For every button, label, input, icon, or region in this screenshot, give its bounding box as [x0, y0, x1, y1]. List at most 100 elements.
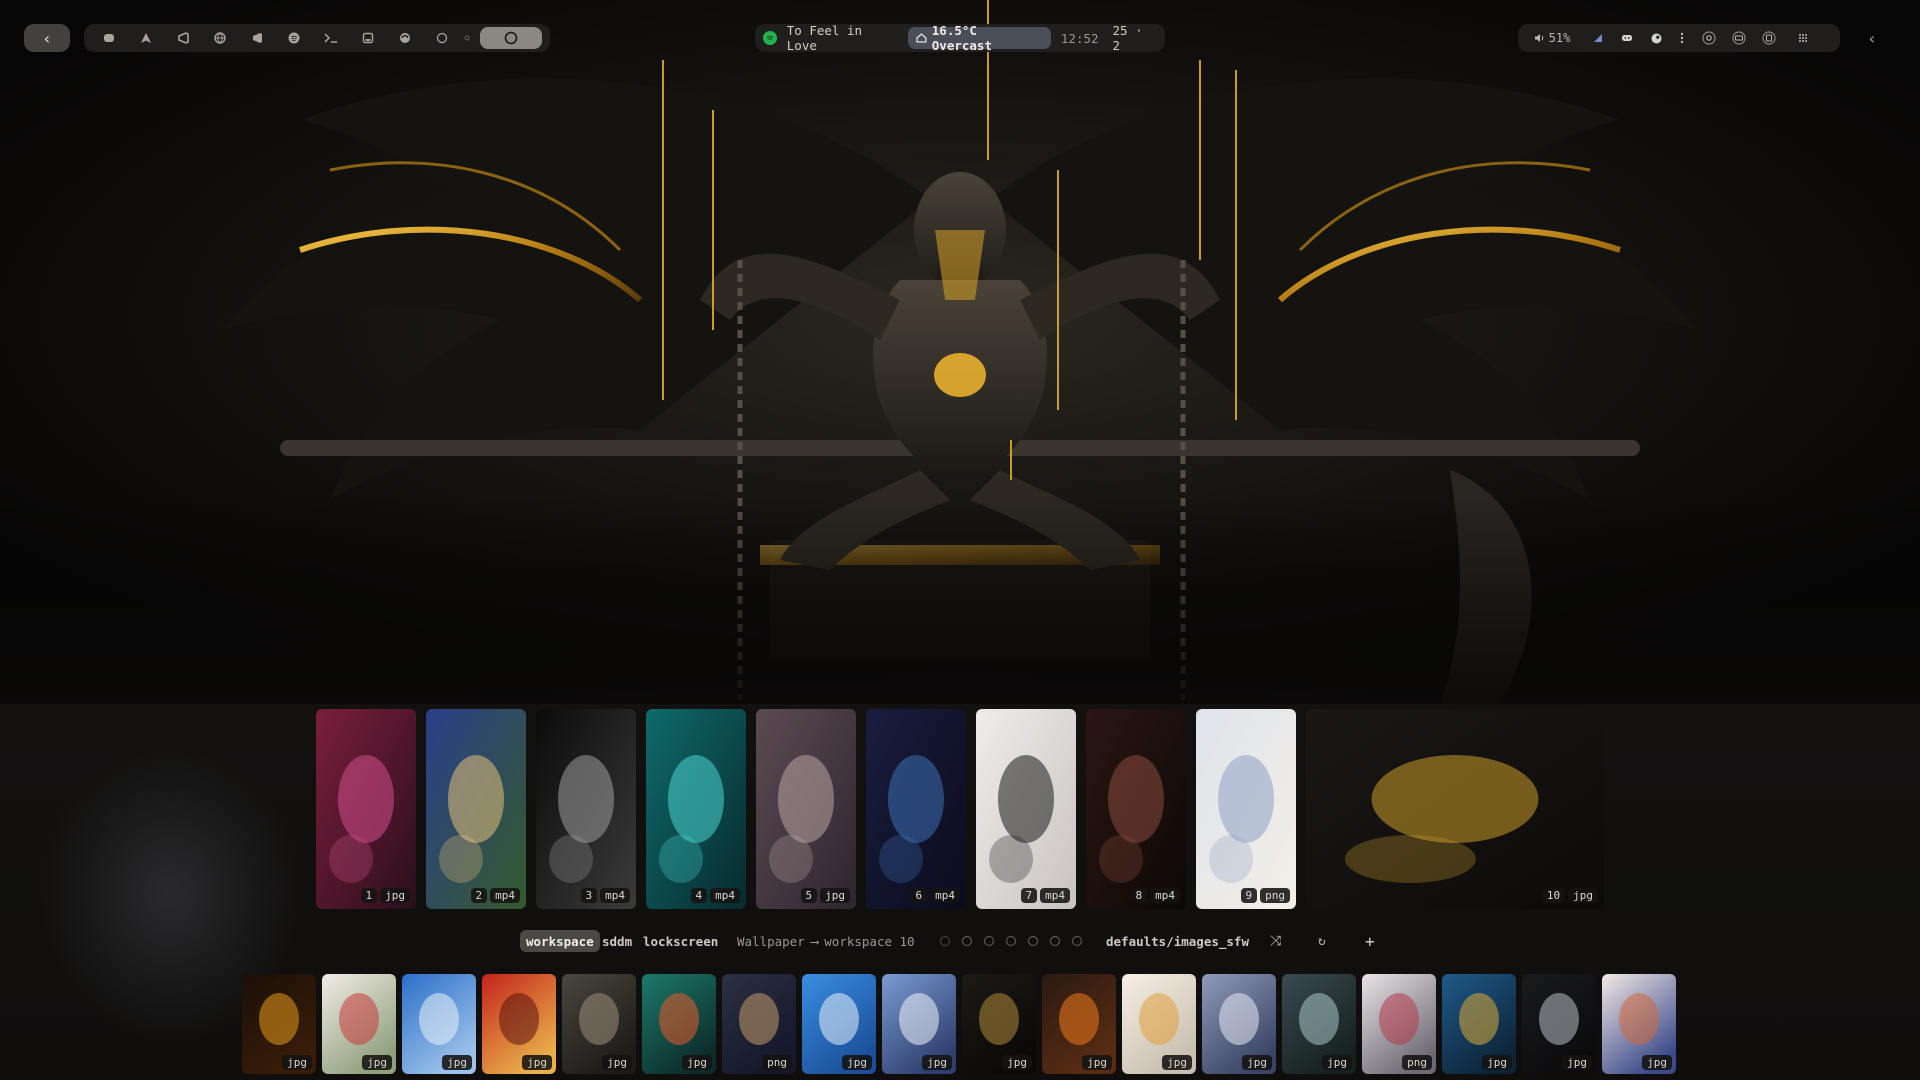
- arch-icon[interactable]: [127, 24, 164, 52]
- workspace-dots: [940, 930, 1082, 952]
- tab-lockscreen[interactable]: lockscreen: [643, 930, 718, 952]
- system-tray: 51%: [1518, 24, 1840, 52]
- media-weather-widget[interactable]: To Feel in Love 16.5°C Overcast 12:52 25…: [755, 23, 1165, 53]
- wallpaper-index: 1: [360, 888, 378, 903]
- vscode-icon[interactable]: [164, 24, 201, 52]
- wallpaper-tile[interactable]: 8 mp4: [1086, 709, 1186, 909]
- thumbnail-format: jpg: [1642, 1055, 1672, 1070]
- wallpaper-tile[interactable]: 4 mp4: [646, 709, 746, 909]
- more-vertical-icon[interactable]: [1670, 24, 1694, 52]
- wallpaper-thumbnail[interactable]: jpg: [1202, 974, 1276, 1074]
- thumbnail-tag: png: [1402, 1055, 1432, 1070]
- wallpaper-thumbnail[interactable]: jpg: [562, 974, 636, 1074]
- wallpaper-thumbnail[interactable]: jpg: [1602, 974, 1676, 1074]
- thumbnail-tag: jpg: [1162, 1055, 1192, 1070]
- wallpaper-tile[interactable]: 1 jpg: [316, 709, 416, 909]
- thumbnail-tag: jpg: [522, 1055, 552, 1070]
- wallpaper-thumbnail[interactable]: jpg: [642, 974, 716, 1074]
- thumbnail-tag: jpg: [1082, 1055, 1112, 1070]
- clock-date[interactable]: 25 · 2: [1113, 23, 1157, 53]
- wallpaper-thumbnail[interactable]: png: [722, 974, 796, 1074]
- wallpaper-format: png: [1260, 888, 1290, 903]
- thumbnail-format: jpg: [1242, 1055, 1272, 1070]
- cloud-home-icon: [916, 33, 927, 43]
- wallpaper-tile[interactable]: 6 mp4: [866, 709, 966, 909]
- wallpaper-thumbnail[interactable]: jpg: [402, 974, 476, 1074]
- circle-icon[interactable]: [423, 24, 460, 52]
- discord-tray-icon[interactable]: [1612, 24, 1642, 52]
- wallpaper-thumbnail[interactable]: jpg: [1522, 974, 1596, 1074]
- wallpaper-thumbnail[interactable]: jpg: [1122, 974, 1196, 1074]
- chevron-left-icon: ‹: [42, 28, 52, 48]
- wallpaper-tile[interactable]: 7 mp4: [976, 709, 1076, 909]
- clipboard-icon[interactable]: [1754, 24, 1784, 52]
- folder-selector[interactable]: defaults/images_sfw: [1106, 930, 1249, 952]
- browser-icon[interactable]: [201, 24, 238, 52]
- wallpaper-tile[interactable]: 10 jpg: [1306, 709, 1604, 909]
- tab-workspace[interactable]: workspace: [520, 930, 600, 952]
- settings-icon[interactable]: [1694, 24, 1724, 52]
- weather-text: 16.5°C Overcast: [931, 23, 992, 53]
- wallpaper-preview: [1086, 709, 1186, 909]
- thumbnail-format: jpg: [442, 1055, 472, 1070]
- wallpaper-tag: 1 jpg: [360, 888, 410, 903]
- target-selector[interactable]: Wallpaper ⟶ workspace 10: [737, 930, 915, 952]
- wallpaper-thumbnail[interactable]: jpg: [882, 974, 956, 1074]
- wallpaper-thumbnail[interactable]: png: [1362, 974, 1436, 1074]
- wallpaper-preview: [866, 709, 966, 909]
- workspace-dot[interactable]: [1050, 936, 1060, 946]
- files-icon[interactable]: [349, 24, 386, 52]
- network-icon[interactable]: [1584, 24, 1612, 52]
- workspace-dot[interactable]: [962, 936, 972, 946]
- collapse-panel-button[interactable]: ‹: [1862, 24, 1882, 52]
- wallpaper-index: 5: [800, 888, 818, 903]
- workspace-dot[interactable]: [1028, 936, 1038, 946]
- small-dot-icon[interactable]: [460, 24, 474, 52]
- workspace-dot[interactable]: [1072, 936, 1082, 946]
- wallpaper-format: mp4: [1150, 888, 1180, 903]
- wallpaper-thumbnail[interactable]: jpg: [1282, 974, 1356, 1074]
- steam-tray-icon[interactable]: [1642, 24, 1670, 52]
- shuffle-button[interactable]: ⤨: [1270, 930, 1281, 952]
- wallpaper-tile[interactable]: 2 mp4: [426, 709, 526, 909]
- active-workspace-indicator[interactable]: [480, 27, 542, 49]
- wallpaper-format: jpg: [380, 888, 410, 903]
- wallpaper-tag: 2 mp4: [470, 888, 520, 903]
- volume-control[interactable]: 51%: [1528, 24, 1576, 52]
- keyboard-icon[interactable]: [1724, 24, 1754, 52]
- wallpaper-tile[interactable]: 5 jpg: [756, 709, 856, 909]
- wallpaper-thumbnail[interactable]: jpg: [962, 974, 1036, 1074]
- wallpaper-thumbnail[interactable]: jpg: [1042, 974, 1116, 1074]
- back-button[interactable]: ‹: [24, 24, 70, 52]
- weather-chip[interactable]: 16.5°C Overcast: [907, 23, 1051, 53]
- wallpaper-tile[interactable]: 3 mp4: [536, 709, 636, 909]
- wallpaper-thumbnail[interactable]: jpg: [1442, 974, 1516, 1074]
- shuffle-icon: ⤨: [1270, 933, 1282, 949]
- speaker-icon: [1534, 34, 1543, 42]
- discord-icon[interactable]: [386, 24, 423, 52]
- spotify-icon[interactable]: [275, 24, 312, 52]
- apps-icon[interactable]: [90, 24, 127, 52]
- add-wallpaper-button[interactable]: +: [1365, 930, 1375, 952]
- workspace-dot[interactable]: [1006, 936, 1016, 946]
- now-playing-title[interactable]: To Feel in Love: [787, 23, 898, 53]
- thumbnail-tag: jpg: [602, 1055, 632, 1070]
- wallpaper-tile[interactable]: 9 png: [1196, 709, 1296, 909]
- thumbnail-format: jpg: [842, 1055, 872, 1070]
- thumbnail-format: jpg: [1002, 1055, 1032, 1070]
- tab-sddm[interactable]: sddm: [602, 930, 632, 952]
- workspace-dot[interactable]: [940, 936, 950, 946]
- clock-time[interactable]: 12:52: [1061, 31, 1099, 46]
- terminal-icon[interactable]: [312, 24, 349, 52]
- app-grid-icon[interactable]: [1784, 24, 1822, 52]
- vscode-alt-icon[interactable]: [238, 24, 275, 52]
- wallpaper-thumbnail[interactable]: jpg: [802, 974, 876, 1074]
- wallpaper-thumbnail[interactable]: jpg: [242, 974, 316, 1074]
- refresh-button[interactable]: ↻: [1318, 930, 1326, 952]
- wallpaper-tag: 4 mp4: [690, 888, 740, 903]
- workspace-dot[interactable]: [984, 936, 994, 946]
- wallpaper-thumbnail[interactable]: jpg: [482, 974, 556, 1074]
- wallpaper-thumbnail[interactable]: jpg: [322, 974, 396, 1074]
- launcher-bar: [84, 24, 550, 52]
- wallpaper-tag: 7 mp4: [1020, 888, 1070, 903]
